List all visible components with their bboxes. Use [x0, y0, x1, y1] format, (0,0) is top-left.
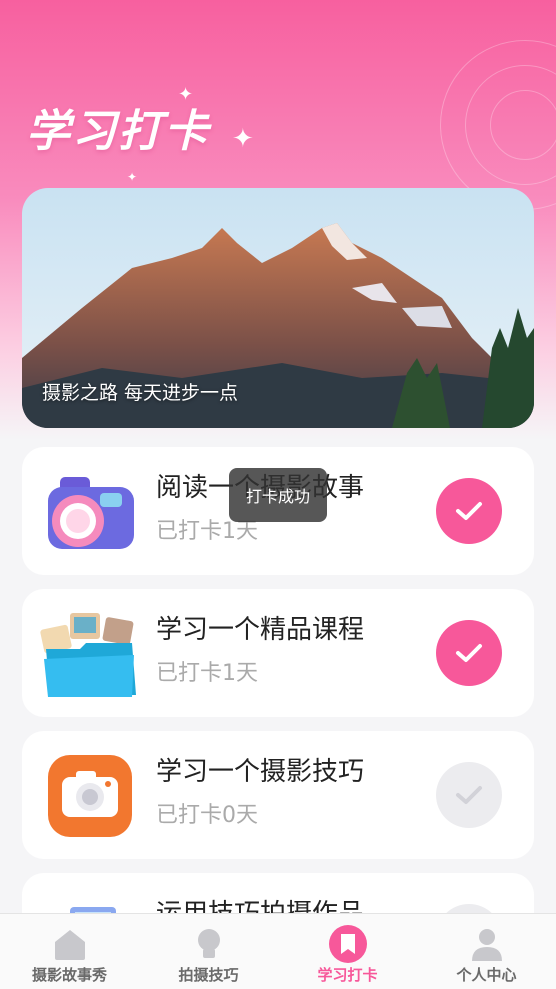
- bookmark-icon: [328, 925, 367, 963]
- decor-ring: [490, 90, 556, 160]
- tab-study-checkin[interactable]: 学习打卡: [278, 914, 417, 989]
- sparkle-icon: ✦: [178, 84, 194, 105]
- lightbulb-icon: [197, 929, 220, 958]
- sparkle-icon: ✦: [232, 124, 254, 154]
- orange-camera-icon: [48, 755, 132, 837]
- camera-3d-icon: [48, 477, 134, 549]
- bottom-tab-bar: 摄影故事秀 拍摄技巧 学习打卡 个人中心: [0, 913, 556, 989]
- checkin-button[interactable]: [436, 478, 502, 544]
- tab-profile[interactable]: 个人中心: [417, 914, 556, 989]
- task-title: 学习一个精品课程: [156, 615, 365, 645]
- tab-story-show[interactable]: 摄影故事秀: [0, 914, 139, 989]
- tab-label: 学习打卡: [317, 966, 378, 984]
- checkin-button[interactable]: [436, 620, 502, 686]
- task-card[interactable]: 学习一个精品课程 已打卡1天: [22, 589, 534, 717]
- tab-shooting-tips[interactable]: 拍摄技巧: [139, 914, 278, 989]
- task-streak: 已打卡1天: [156, 661, 258, 686]
- task-title: 学习一个摄影技巧: [156, 757, 365, 787]
- tab-label: 拍摄技巧: [178, 966, 239, 984]
- banner-caption: 摄影之路 每天进步一点: [42, 382, 239, 404]
- task-card[interactable]: 学习一个摄影技巧 已打卡0天: [22, 731, 534, 859]
- check-icon: [456, 644, 482, 662]
- checkin-button[interactable]: [436, 762, 502, 828]
- tab-label: 个人中心: [456, 966, 517, 984]
- person-icon: [471, 929, 502, 961]
- check-icon: [456, 786, 482, 804]
- photo-folder-icon: [40, 613, 136, 697]
- home-icon: [54, 930, 85, 960]
- check-icon: [456, 502, 482, 520]
- toast-message: 打卡成功: [229, 468, 327, 522]
- tab-label: 摄影故事秀: [31, 966, 107, 984]
- banner-image[interactable]: 摄影之路 每天进步一点: [22, 188, 534, 428]
- task-streak: 已打卡0天: [156, 803, 258, 828]
- sparkle-icon: ✦: [127, 170, 138, 184]
